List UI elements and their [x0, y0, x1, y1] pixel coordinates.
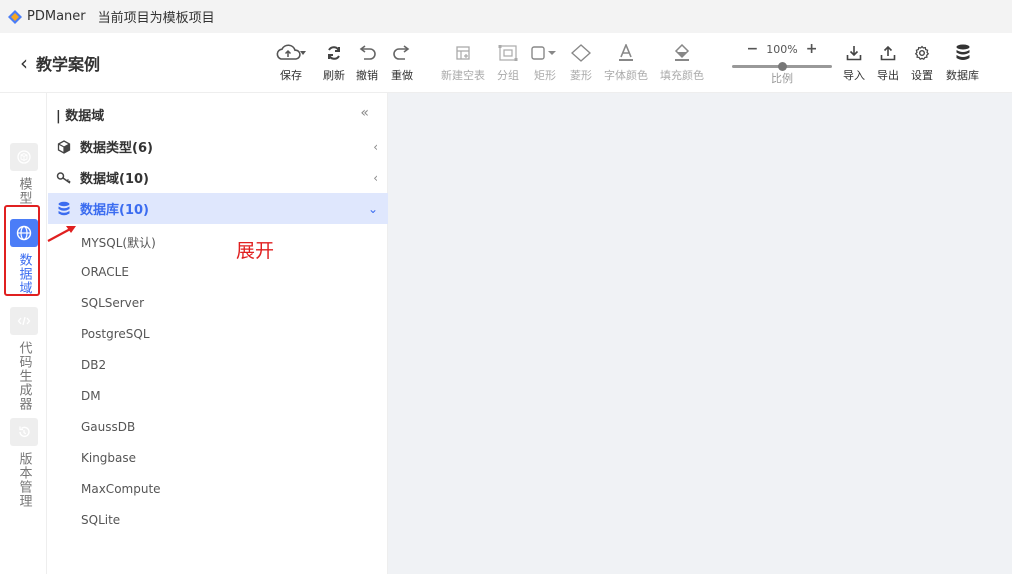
chevron-left-icon: ‹ — [20, 51, 28, 75]
db-item-sqlite[interactable]: SQLite — [81, 513, 120, 527]
nav-version[interactable]: 版本管理 — [10, 418, 38, 508]
group-domain[interactable]: 数据域(10) ‹ — [48, 162, 388, 193]
toolbar: ‹ 教学案例 保存 刷新 撤销 重做 新建空表 分组 矩形 菱形 字体颜色 填充… — [0, 33, 1012, 93]
group-button[interactable]: 分组 — [497, 43, 519, 83]
undo-button[interactable]: 撤销 — [356, 43, 378, 83]
highlight-frame — [4, 205, 40, 296]
db-item-db2[interactable]: DB2 — [81, 358, 106, 372]
rectangle-icon — [531, 43, 559, 63]
design-canvas[interactable] — [388, 93, 1012, 574]
db-item-oracle[interactable]: ORACLE — [81, 265, 129, 279]
chevron-left-icon: ‹ — [373, 139, 378, 154]
nav-model[interactable]: 模型 — [10, 143, 38, 205]
table-add-icon — [455, 43, 471, 63]
database-icon — [955, 43, 971, 63]
db-item-maxcompute[interactable]: MaxCompute — [81, 482, 161, 496]
database-icon — [56, 201, 72, 217]
cube-icon — [10, 143, 38, 171]
annotation-text: 展开 — [236, 240, 275, 262]
left-nav: 模型 数据域 代码生成器 版本管理 — [0, 93, 47, 574]
db-item-postgresql[interactable]: PostgreSQL — [81, 327, 150, 341]
gear-icon — [914, 43, 930, 63]
db-item-kingbase[interactable]: Kingbase — [81, 451, 136, 465]
zoom-slider[interactable] — [732, 62, 832, 71]
chevron-down-icon: ⌄ — [367, 201, 378, 216]
zoom-out-button[interactable]: − — [747, 41, 759, 57]
font-color-icon — [617, 43, 635, 63]
key-icon — [56, 170, 72, 186]
save-button[interactable]: 保存 — [276, 43, 306, 83]
rect-button[interactable]: 矩形 — [531, 43, 559, 83]
history-icon — [10, 418, 38, 446]
zoom-control: − 100% + 比例 — [732, 41, 832, 86]
db-item-mysql[interactable]: MYSQL(默认) — [81, 234, 156, 251]
project-name: 教学案例 — [36, 55, 101, 74]
panel-title: | 数据域 — [56, 109, 105, 124]
zoom-value: 100% — [766, 42, 798, 56]
diamond-button[interactable]: 菱形 — [570, 43, 592, 83]
font-color-button[interactable]: 字体颜色 — [604, 43, 648, 83]
project-title: 当前项目为模板项目 — [97, 11, 215, 26]
group-database[interactable]: 数据库(10) ⌄ — [48, 193, 388, 224]
zoom-label: 比例 — [771, 72, 793, 85]
chevron-left-icon: ‹ — [373, 170, 378, 185]
refresh-icon — [326, 43, 342, 63]
settings-button[interactable]: 设置 — [911, 43, 933, 83]
annotation-arrow-icon — [47, 226, 76, 242]
domain-panel: | 数据域 « 数据类型(6) ‹ 数据域(10) ‹ 数据库(10) ⌄ MY… — [48, 93, 388, 574]
fill-color-button[interactable]: 填充颜色 — [660, 43, 704, 83]
title-bar: PDManer 当前项目为模板项目 — [0, 0, 1012, 33]
refresh-button[interactable]: 刷新 — [323, 43, 345, 83]
new-table-button[interactable]: 新建空表 — [441, 43, 485, 83]
code-icon — [10, 307, 38, 335]
redo-button[interactable]: 重做 — [391, 43, 413, 83]
cube-icon — [56, 139, 72, 155]
db-item-gaussdb[interactable]: GaussDB — [81, 420, 135, 434]
redo-icon — [391, 43, 413, 63]
database-button[interactable]: 数据库 — [946, 43, 979, 83]
db-item-sqlserver[interactable]: SQLServer — [81, 296, 144, 310]
app-name: PDManer — [27, 9, 86, 24]
nav-codegen[interactable]: 代码生成器 — [10, 307, 38, 411]
import-button[interactable]: 导入 — [843, 43, 865, 83]
cloud-upload-icon — [276, 43, 306, 63]
import-icon — [846, 43, 862, 63]
db-item-dm[interactable]: DM — [81, 389, 101, 403]
undo-icon — [356, 43, 378, 63]
collapse-panel-button[interactable]: « — [360, 105, 369, 121]
zoom-slider-handle[interactable] — [778, 62, 787, 71]
group-icon — [498, 43, 518, 63]
zoom-in-button[interactable]: + — [806, 41, 818, 57]
paint-bucket-icon — [673, 43, 691, 63]
back-button[interactable]: ‹ 教学案例 — [20, 51, 100, 75]
app-logo-icon — [8, 9, 22, 24]
diamond-icon — [571, 43, 591, 63]
export-icon — [880, 43, 896, 63]
group-datatype[interactable]: 数据类型(6) ‹ — [48, 131, 388, 162]
export-button[interactable]: 导出 — [877, 43, 899, 83]
